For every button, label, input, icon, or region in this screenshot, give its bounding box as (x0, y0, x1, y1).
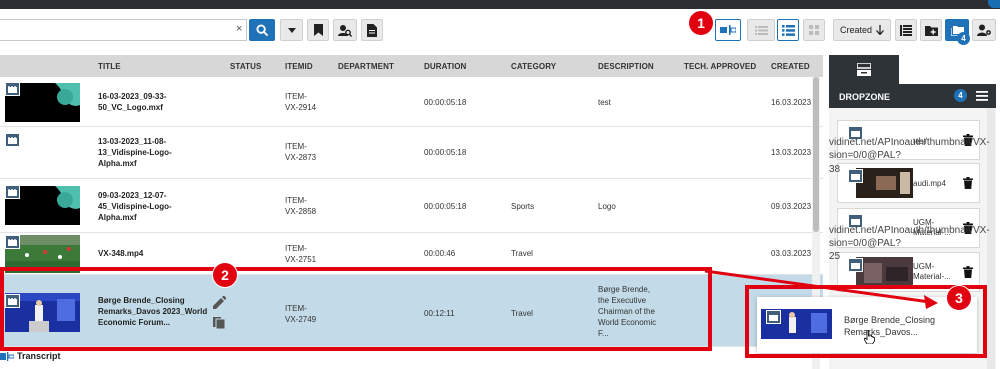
row-itemid: ITEM- VX-2858 (285, 196, 317, 216)
url-overflow-text: 38 (829, 164, 841, 175)
columns-icon (900, 24, 912, 36)
search-icon (255, 23, 268, 36)
row-description: Logo (598, 202, 616, 211)
dropzone-icon (857, 63, 871, 76)
dropzone-header: DROPZONE 4 (829, 84, 996, 108)
row-title: VX-348.mp4 (98, 249, 144, 258)
row-description: test (598, 98, 611, 107)
document-button[interactable] (361, 19, 383, 41)
row-duration: 00:00:05:18 (424, 148, 467, 157)
row-duration: 00:00:05:18 (424, 202, 467, 211)
video-type-icon (848, 258, 863, 272)
row-duration: 00:00:05:18 (424, 98, 467, 107)
transcript-label: Transcript (17, 351, 61, 361)
column-duration[interactable]: DURATION (424, 62, 466, 71)
list-view-icon (754, 25, 768, 35)
annotation-box-selected-row (0, 267, 712, 351)
row-created: 09.03.2023 (771, 202, 812, 211)
url-overflow-text: sion=0/0@PAL? (829, 150, 901, 161)
column-title[interactable]: TITLE (98, 62, 121, 71)
url-overflow-text: 25 (829, 251, 841, 262)
url-overflow-text: sion=0/0@PAL? (829, 238, 901, 249)
user-settings-button[interactable] (972, 19, 996, 41)
url-overflow-text: vidinet.net/APInoauth/thumbnail/VX- (829, 137, 990, 148)
transcript-toggle[interactable]: Transcript (0, 351, 61, 361)
table-header: TITLE STATUS ITEMID DEPARTMENT DURATION … (0, 55, 823, 77)
transcript-icon (0, 351, 14, 361)
column-tech-approved[interactable]: TECH. APPROVED (684, 62, 756, 71)
bookmark-icon (313, 24, 323, 36)
row-itemid: ITEM- VX-2873 (285, 142, 317, 162)
table-row[interactable]: 13-03-2023_11-08- 13_Vidispine-Logo- Alpha… (0, 127, 823, 179)
search-button[interactable] (249, 19, 275, 41)
sort-label: Created (839, 25, 873, 35)
trash-icon[interactable] (963, 177, 973, 191)
detail-list-icon (781, 24, 795, 36)
row-itemid: ITEM- VX-2751 (285, 244, 317, 264)
compare-view-icon (720, 25, 736, 35)
row-title: 16-03-2023_09-33- 50_VC_Logo.mxf (98, 92, 167, 112)
search-options-dropdown[interactable] (280, 19, 303, 41)
search-input[interactable] (0, 19, 247, 41)
row-title: 09-03-2023_12-07- 45_Vidispine-Logo- Alpha… (98, 191, 172, 222)
dropzone-thumbnail (856, 257, 913, 287)
document-icon (367, 23, 377, 37)
column-category[interactable]: CATEGORY (511, 62, 556, 71)
arrow-down-icon (876, 25, 885, 35)
column-status[interactable]: STATUS (230, 62, 261, 71)
dropzone-count-badge: 4 (957, 32, 970, 45)
sort-created-button[interactable]: Created (833, 19, 891, 41)
column-created[interactable]: CREATED (771, 62, 810, 71)
grid-view-button[interactable] (803, 19, 825, 41)
row-created: 16.03.2023 (771, 98, 812, 107)
user-search-button[interactable] (333, 19, 357, 41)
caret-down-icon (287, 27, 296, 33)
url-overflow-text: vidinet.net/APInoauth/thumbnail/VX- (829, 225, 990, 236)
app-top-bar (0, 0, 1000, 9)
dropzone-title: DROPZONE (839, 92, 891, 102)
dropzone-thumbnail (856, 168, 913, 198)
video-type-icon (5, 235, 20, 249)
new-folder-button[interactable] (920, 19, 942, 41)
saved-searches-button[interactable] (307, 19, 329, 41)
hamburger-menu-icon[interactable] (976, 91, 988, 103)
dropzone-item[interactable]: audi.mp4 (837, 163, 980, 203)
list-view-button[interactable] (747, 19, 775, 41)
row-category: Sports (511, 202, 535, 211)
trash-icon[interactable] (963, 266, 973, 280)
folder-plus-icon (924, 25, 938, 36)
video-type-icon (5, 82, 20, 96)
row-created: 13.03.2023 (771, 148, 812, 157)
column-itemid[interactable]: ITEMID (285, 62, 313, 71)
row-title: 13-03-2023_11-08- 13_Vidispine-Logo- Alpha… (98, 137, 172, 168)
columns-button[interactable] (895, 19, 917, 41)
table-row[interactable]: 16-03-2023_09-33- 50_VC_Logo.mxf ITEM- VX-… (0, 77, 823, 127)
toolbar: × Created 4 (0, 9, 1000, 53)
scrollbar-thumb[interactable] (813, 77, 819, 232)
dropzone-item-name: audi.mp4 (913, 179, 946, 188)
search-clear-icon[interactable]: × (236, 23, 242, 35)
annotation-marker: 1 (688, 10, 714, 36)
row-itemid: ITEM- VX-2914 (285, 92, 317, 112)
dropzone-item-name: UGM- Material-... (913, 262, 951, 281)
compare-view-button[interactable] (715, 19, 741, 41)
row-duration: 00:00:46 (424, 249, 456, 258)
row-created: 03.03.2023 (771, 249, 812, 258)
video-type-icon (5, 185, 20, 199)
top-bar-indicator (988, 0, 1000, 8)
user-search-icon (338, 24, 352, 37)
video-type-icon (5, 133, 20, 147)
user-settings-icon (976, 24, 991, 36)
column-description[interactable]: DESCRIPTION (598, 62, 654, 71)
row-category: Travel (511, 249, 533, 258)
detail-list-view-button[interactable] (777, 19, 799, 41)
grid-view-icon (809, 25, 819, 35)
annotation-marker: 2 (212, 262, 238, 288)
table-row[interactable]: 09-03-2023_12-07- 45_Vidispine-Logo- Alpha… (0, 179, 823, 233)
video-type-icon (848, 169, 863, 183)
dropzone-count: 4 (954, 89, 967, 102)
annotation-marker: 3 (946, 285, 972, 311)
column-department[interactable]: DEPARTMENT (338, 62, 394, 71)
dropzone-tab[interactable] (829, 55, 899, 84)
